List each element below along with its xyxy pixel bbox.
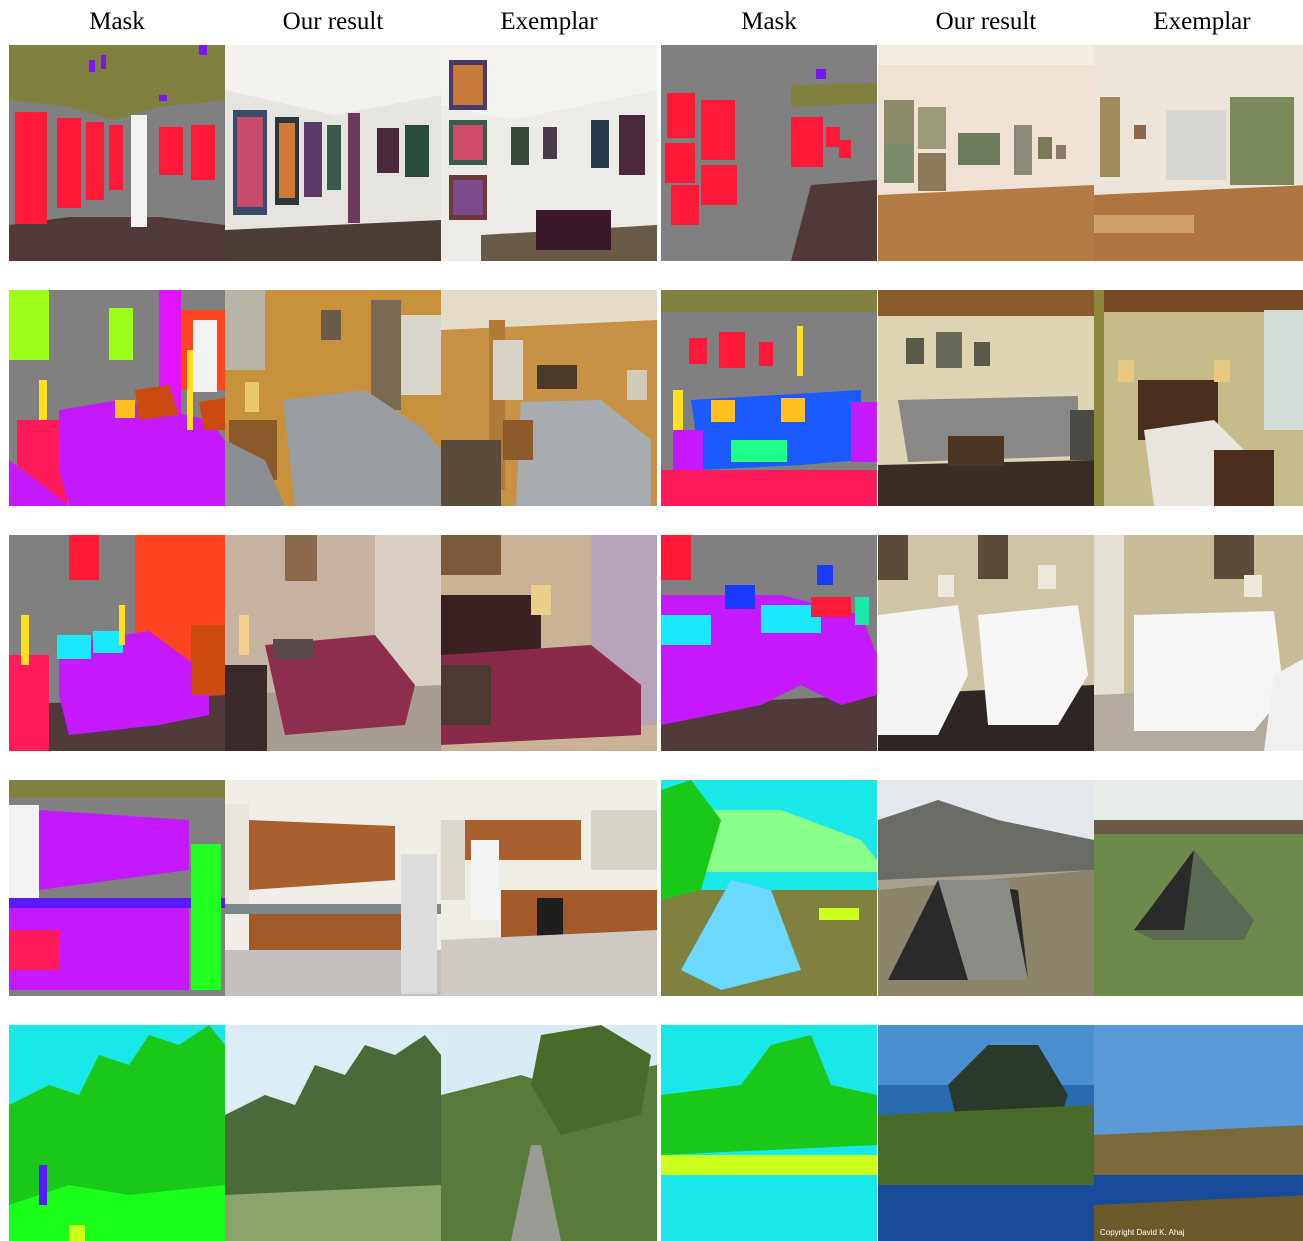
header-exemplar-left: Exemplar [500, 8, 598, 35]
exemplar-hotel-right [1094, 535, 1303, 751]
mask-kitchen-left [9, 780, 225, 996]
exemplar-bedroom-right [1094, 290, 1303, 506]
exemplar-trees-left [441, 1025, 657, 1241]
mask-tent-right [661, 780, 877, 996]
exemplar-bedroom2-left [441, 535, 657, 751]
exemplar-lake-right: Copyright David K. Ahaj [1094, 1025, 1303, 1241]
result-gallery-left [225, 45, 441, 261]
exemplar-gallery-left [441, 45, 657, 261]
result-tent-right [878, 780, 1094, 996]
mask-gallery-left [9, 45, 225, 261]
header-result-left: Our result [282, 8, 384, 35]
mask-trees-left [9, 1025, 225, 1241]
header-exemplar-right: Exemplar [1153, 8, 1251, 35]
mask-bedroom-left [9, 290, 225, 506]
header-mask-left: Mask [89, 8, 145, 35]
result-kitchen-left [225, 780, 441, 996]
result-bedroom-left [225, 290, 441, 506]
result-lake-right [878, 1025, 1094, 1241]
result-trees-left [225, 1025, 441, 1241]
exemplar-tent-right [1094, 780, 1303, 996]
header-mask-right: Mask [741, 8, 797, 35]
copyright-watermark: Copyright David K. Ahaj [1100, 1228, 1185, 1237]
header-result-right: Our result [935, 8, 1037, 35]
mask-lake-right [661, 1025, 877, 1241]
result-gallery-right [878, 45, 1094, 261]
exemplar-kitchen-left [441, 780, 657, 996]
result-bedroom2-left [225, 535, 441, 751]
mask-bedroom2-left [9, 535, 225, 751]
mask-gallery-right [661, 45, 877, 261]
mask-hotel-right [661, 535, 877, 751]
result-hotel-right [878, 535, 1094, 751]
mask-livingroom-right [661, 290, 877, 506]
exemplar-gallery-right [1094, 45, 1303, 261]
result-livingroom-right [878, 290, 1094, 506]
exemplar-bedroom-left [441, 290, 657, 506]
